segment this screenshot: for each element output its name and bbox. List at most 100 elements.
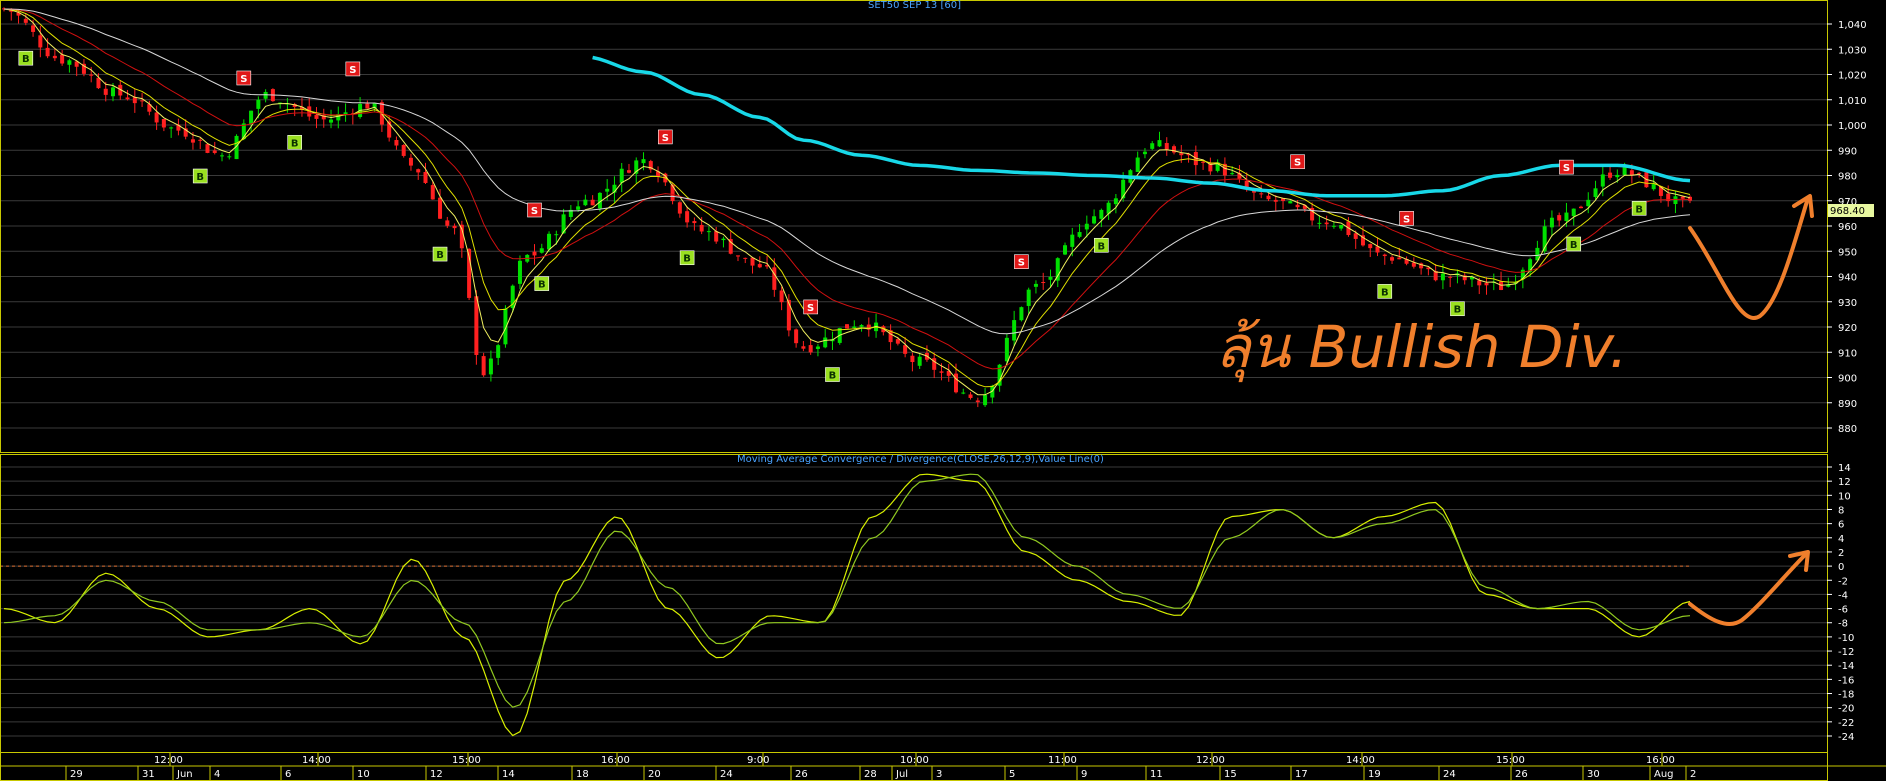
- hour-label: 16:00: [1646, 755, 1675, 766]
- candle-body: [706, 231, 711, 233]
- candle-body: [961, 392, 966, 394]
- day-label: 31: [142, 769, 155, 780]
- candle-body: [198, 139, 203, 141]
- signal-label: S: [1294, 158, 1301, 169]
- day-label: 9: [1081, 769, 1087, 780]
- day-label: 4: [214, 769, 220, 780]
- macd-tick-label: -8: [1838, 619, 1848, 630]
- day-label: 24: [720, 769, 733, 780]
- day-label: 6: [285, 769, 291, 780]
- sell-signal-marker: S: [1290, 154, 1305, 170]
- price-tick-label: 930: [1838, 298, 1857, 309]
- candle-body: [1578, 206, 1583, 209]
- candle-body: [1499, 281, 1504, 290]
- candle-body: [45, 47, 50, 57]
- signal-label: S: [807, 303, 814, 314]
- candle-body: [125, 97, 130, 100]
- candle-body: [1121, 179, 1126, 199]
- candle-body: [1331, 225, 1336, 227]
- candle-body: [190, 139, 195, 143]
- candle-body: [408, 157, 413, 166]
- candle-body: [263, 91, 268, 99]
- macd-panel-title: Moving Average Convergence / Divergence(…: [737, 454, 1104, 465]
- signal-label: B: [1381, 287, 1389, 298]
- candle-body: [1135, 157, 1140, 172]
- candle-body: [169, 127, 174, 129]
- candle-body: [1063, 245, 1068, 255]
- candle-body: [488, 358, 493, 375]
- candle-body: [757, 264, 762, 268]
- macd-tick-label: 0: [1838, 562, 1844, 573]
- candle-body: [1012, 320, 1017, 341]
- candle-body: [1600, 174, 1605, 187]
- price-tick-label: 910: [1838, 348, 1857, 359]
- hour-label: 15:00: [452, 755, 481, 766]
- candle-body: [794, 329, 799, 344]
- signal-label: B: [683, 254, 691, 265]
- candle-body: [132, 97, 137, 104]
- sell-signal-marker: S: [236, 70, 252, 86]
- hour-label: 14:00: [1346, 755, 1375, 766]
- price-tick-label: 960: [1838, 222, 1857, 233]
- candle-body: [1353, 233, 1358, 239]
- candle-body: [692, 221, 697, 224]
- candle-body: [401, 145, 406, 156]
- candle-body: [1549, 217, 1554, 228]
- hour-label: 12:00: [1196, 755, 1225, 766]
- candle-body: [852, 326, 857, 328]
- price-tick-label: 890: [1838, 399, 1857, 410]
- candle-body: [60, 54, 65, 64]
- candle-body: [154, 112, 159, 123]
- candle-body: [823, 337, 828, 348]
- candle-body: [1026, 289, 1031, 306]
- day-label: 19: [1368, 769, 1381, 780]
- candle-body: [256, 99, 261, 109]
- signal-label: B: [829, 371, 837, 382]
- signal-label: B: [291, 138, 299, 149]
- candle-body: [430, 185, 435, 200]
- price-tick-label: 980: [1838, 172, 1857, 183]
- candle-body: [903, 345, 908, 354]
- sell-signal-marker: S: [803, 299, 818, 315]
- candle-body: [721, 238, 726, 241]
- candle-body: [539, 248, 544, 253]
- buy-signal-marker: B: [1566, 236, 1582, 252]
- candle-body: [445, 220, 450, 226]
- macd-tick-label: 12: [1838, 477, 1851, 488]
- candle-body: [1150, 143, 1155, 149]
- candle-body: [983, 394, 988, 406]
- day-label: Jul: [895, 769, 908, 780]
- candle-body: [1070, 234, 1075, 247]
- signal-label: B: [1570, 240, 1578, 251]
- signal-label: B: [1098, 241, 1106, 252]
- candle-body: [249, 110, 254, 125]
- candle-body: [1230, 173, 1235, 175]
- candle-body: [968, 394, 973, 398]
- candle-body: [547, 233, 552, 250]
- candle-body: [1440, 273, 1445, 281]
- signal-label: B: [196, 172, 204, 183]
- price-tick-label: 950: [1838, 247, 1857, 258]
- candle-body: [365, 103, 370, 109]
- candle-body: [314, 114, 319, 119]
- price-tick-label: 1,010: [1838, 96, 1867, 107]
- candle-body: [1033, 283, 1038, 287]
- day-label: 10: [357, 769, 370, 780]
- hour-label: 16:00: [601, 755, 630, 766]
- day-label: 20: [648, 769, 661, 780]
- macd-tick-label: -4: [1838, 590, 1848, 601]
- candle-body: [1557, 215, 1562, 221]
- day-label: 26: [795, 769, 808, 780]
- day-label: 17: [1295, 769, 1308, 780]
- candle-body: [554, 234, 559, 236]
- candle-body: [220, 155, 225, 157]
- candle-body: [1179, 153, 1184, 156]
- macd-tick-label: 4: [1838, 534, 1844, 545]
- candle-body: [743, 257, 748, 259]
- candle-body: [845, 324, 849, 329]
- signal-label: S: [349, 65, 356, 76]
- candle-body: [1259, 193, 1264, 195]
- candle-body: [1477, 280, 1482, 286]
- hour-label: 15:00: [1496, 755, 1525, 766]
- candle-body: [1622, 166, 1627, 176]
